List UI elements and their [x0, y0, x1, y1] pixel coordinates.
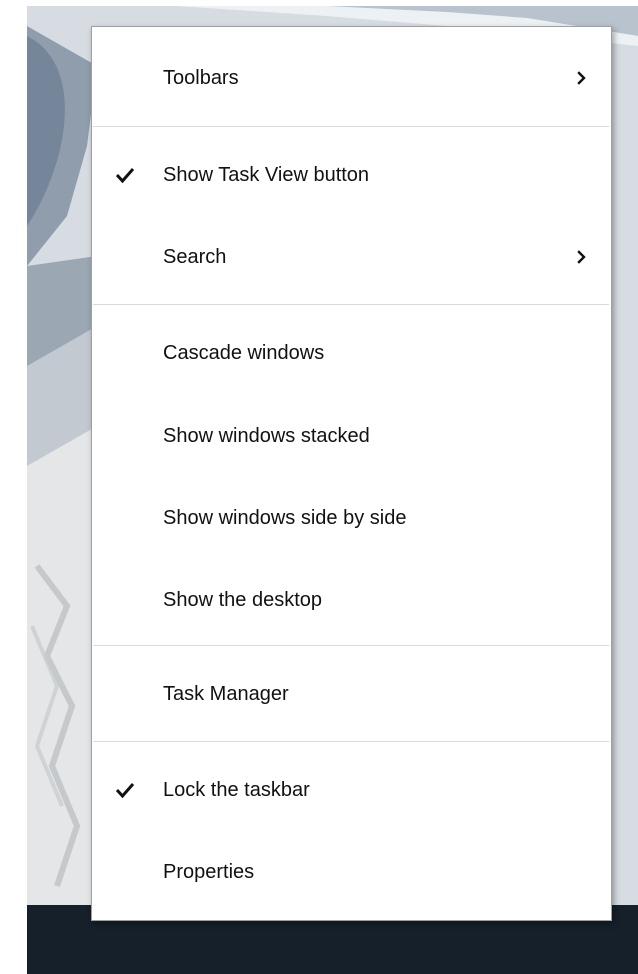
menu-item-lock-the-taskbar[interactable]: Lock the taskbar [92, 754, 611, 826]
menu-item-label: Lock the taskbar [163, 778, 310, 801]
menu-item-show-the-desktop[interactable]: Show the desktop [92, 564, 611, 636]
menu-item-label: Show windows side by side [163, 506, 407, 529]
menu-item-label: Task Manager [163, 682, 289, 705]
taskbar-context-menu: Toolbars Show Task View button Search Ca… [91, 26, 612, 921]
check-icon [115, 783, 135, 799]
menu-separator [93, 304, 609, 305]
menu-item-properties[interactable]: Properties [92, 836, 611, 908]
menu-item-toolbars[interactable]: Toolbars [92, 42, 611, 114]
chevron-right-icon [577, 71, 586, 85]
menu-item-label: Show windows stacked [163, 424, 370, 447]
menu-item-search[interactable]: Search [92, 221, 611, 293]
menu-item-label: Toolbars [163, 66, 239, 89]
menu-item-label: Cascade windows [163, 341, 325, 364]
menu-separator [93, 645, 609, 646]
menu-item-label: Search [163, 245, 227, 268]
menu-item-task-manager[interactable]: Task Manager [92, 658, 611, 730]
menu-item-label: Properties [163, 860, 255, 883]
menu-separator [93, 126, 609, 127]
menu-item-show-windows-stacked[interactable]: Show windows stacked [92, 400, 611, 472]
menu-item-cascade-windows[interactable]: Cascade windows [92, 317, 611, 389]
menu-item-label: Show Task View button [163, 163, 370, 186]
chevron-right-icon [577, 250, 586, 264]
check-icon [115, 168, 135, 184]
menu-separator [93, 741, 609, 742]
menu-item-show-windows-side-by-side[interactable]: Show windows side by side [92, 482, 611, 554]
menu-item-show-task-view-button[interactable]: Show Task View button [92, 139, 611, 211]
menu-item-label: Show the desktop [163, 588, 322, 611]
